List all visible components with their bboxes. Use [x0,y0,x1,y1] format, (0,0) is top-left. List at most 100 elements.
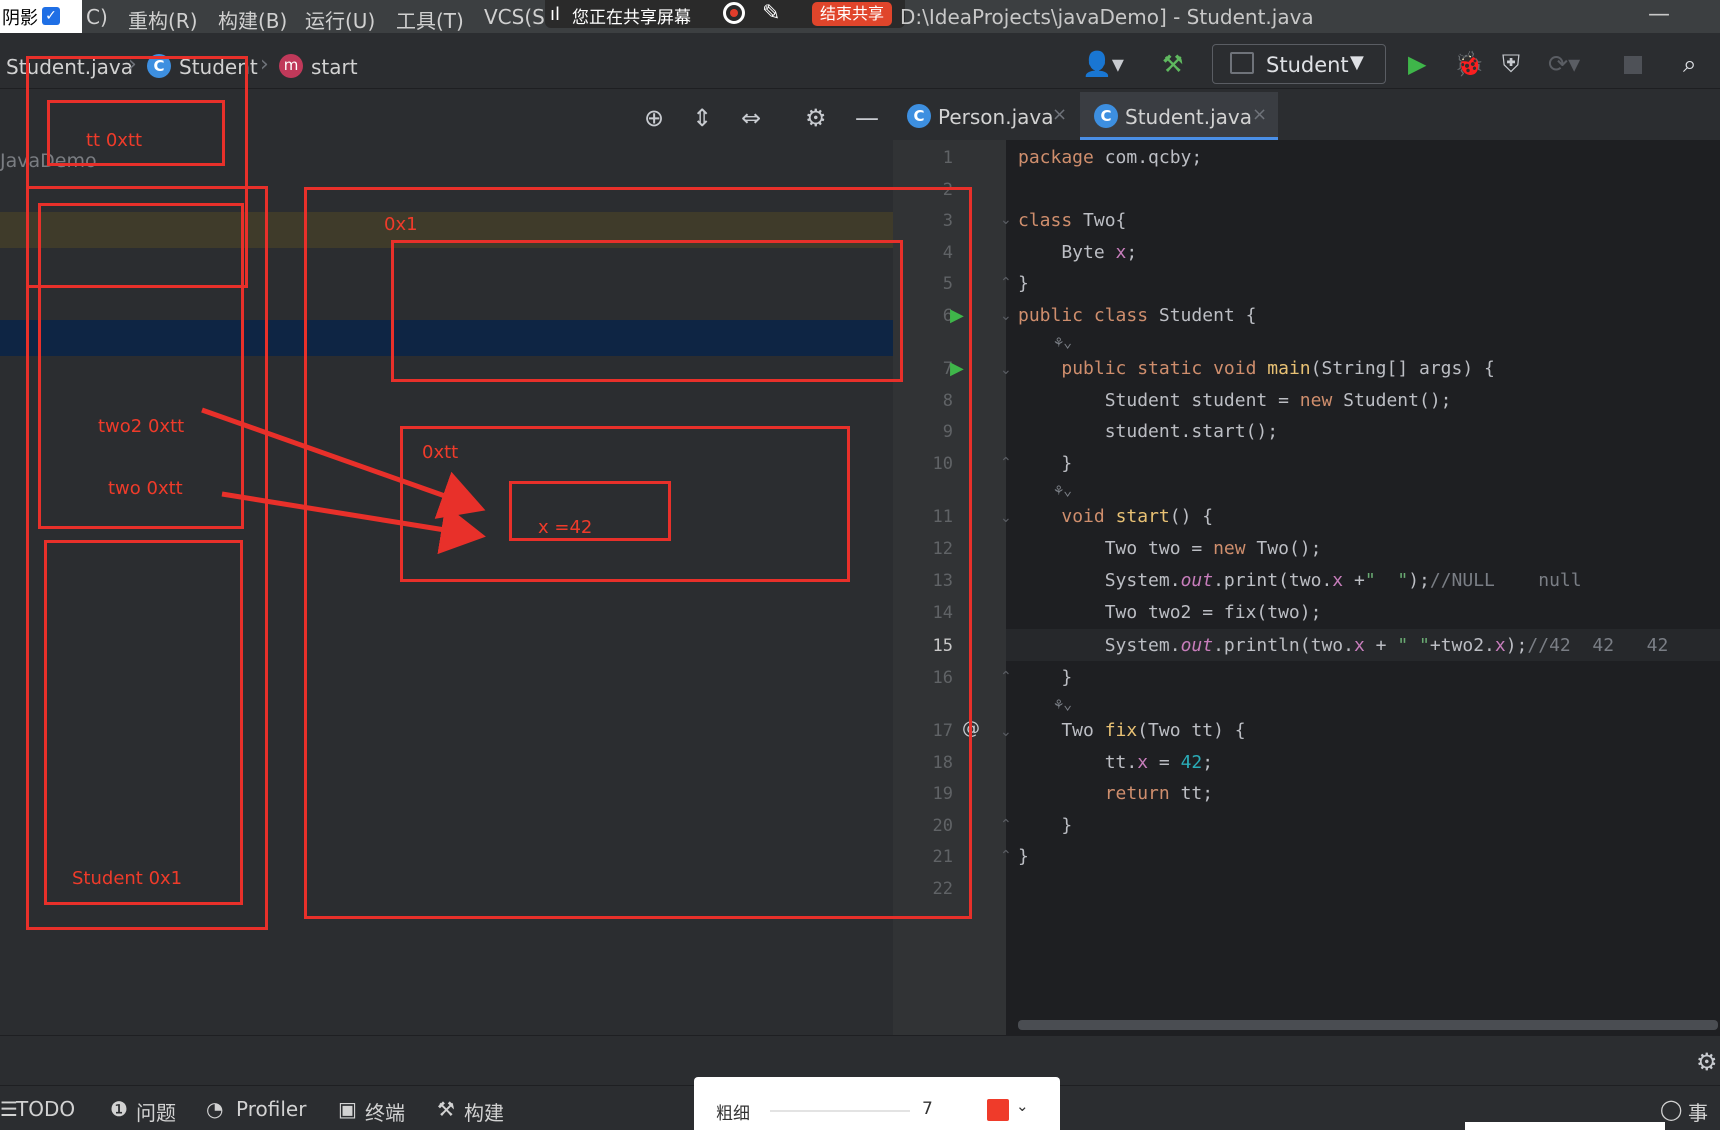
horizontal-scrollbar[interactable] [1018,1020,1718,1030]
user-icon[interactable]: 👤▾ [1082,50,1124,78]
code-line-20[interactable]: } [1018,815,1072,836]
shade-label: 阴影 [2,8,38,29]
menu-item-code[interactable]: C) [86,5,108,29]
profile-icon[interactable]: ⟳▾ [1548,50,1580,78]
menu-item-vcs[interactable]: VCS(S [484,5,545,29]
code-line-8[interactable]: Student student = new Student(); [1018,390,1452,411]
code-line-13[interactable]: System.out.print(two.x +" ");//NULL null [1018,570,1582,591]
fold-icon[interactable]: ⌃ [1000,669,1012,685]
end-share-button[interactable]: 结束共享 [812,2,892,26]
fold-icon[interactable]: ⌄ [1000,510,1012,526]
stack-student-label: Student 0x1 [72,868,183,889]
stack-tt-label: tt 0xtt [86,130,143,151]
debug-icon[interactable]: 🐞 [1454,50,1484,78]
tool-problems[interactable]: 问题 [136,1097,176,1126]
code-line-11[interactable]: void start() { [1018,506,1213,527]
code-line-9[interactable]: student.start(); [1018,421,1278,442]
code-line-15[interactable]: System.out.println(two.x + " "+two2.x);/… [1018,635,1669,656]
collapse-all-icon[interactable]: ⇔ [741,104,761,132]
fold-icon[interactable]: ⌄ [1000,212,1012,228]
stop-icon[interactable] [1624,56,1642,74]
heap-x-label: x =42 [538,517,593,538]
code-line-6[interactable]: public class Student { [1018,305,1256,326]
tool-profiler[interactable]: Profiler [236,1097,306,1121]
fold-icon[interactable]: ⌃ [1000,817,1012,833]
hammer-icon: ⚒ [437,1097,455,1121]
event-log-icon: ◯ [1660,1097,1683,1121]
menu-item-run[interactable]: 运行(U) [305,5,375,34]
code-line-17[interactable]: Two fix(Two tt) { [1018,720,1245,741]
breadcrumb-separator-icon: › [260,52,269,77]
code-line-7[interactable]: public static void main(String[] args) { [1018,358,1495,379]
line-number: 1 [942,148,953,168]
build-hammer-icon[interactable]: ⚒ [1162,50,1184,78]
fold-icon[interactable]: ⌃ [1000,455,1012,471]
close-icon[interactable]: × [1252,104,1267,125]
expand-all-icon[interactable]: ⇕ [692,104,712,132]
run-configuration-label: Student [1266,53,1349,77]
tool-build[interactable]: 构建 [464,1097,504,1126]
heap-0x1-label: 0x1 [384,214,418,235]
chevron-down-icon: ▼ [1350,52,1364,73]
code-line-12[interactable]: Two two = new Two(); [1018,538,1322,559]
hide-panel-icon[interactable]: — [855,104,879,132]
fold-icon[interactable]: ⌃ [1000,848,1012,864]
annotate-pen-icon[interactable]: ✎ [762,1,780,26]
inlay-hint-icon[interactable]: ⚘⌄ [1018,695,1072,713]
coverage-icon[interactable]: ⛨ [1502,50,1520,78]
pen-thickness-label: 粗细 [716,1104,750,1124]
info-icon: ❶ [110,1097,128,1121]
code-line-18[interactable]: tt.x = 42; [1018,752,1213,773]
fold-icon[interactable]: ⌄ [1000,308,1012,324]
screen-share-status: 您正在共享屏幕 [572,8,691,28]
menu-item-refactor[interactable]: 重构(R) [128,5,198,34]
run-config-icon [1230,52,1254,74]
code-line-14[interactable]: Two two2 = fix(two); [1018,602,1322,623]
stack-two2-label: two2 0xtt [98,416,185,437]
pen-color-swatch[interactable] [987,1099,1009,1121]
code-line-5[interactable]: } [1018,273,1029,294]
breadcrumb-method[interactable]: start [311,55,358,79]
window-title: D:\IdeaProjects\javaDemo] - Student.java [900,5,1314,29]
heap-0xtt-label: 0xtt [422,442,459,463]
code-line-16[interactable]: } [1018,667,1072,688]
overlay-fragment [1465,1122,1665,1130]
checkbox-checked-icon[interactable]: ✓ [42,7,60,25]
inlay-hint-icon[interactable]: ⚘⌄ [1018,481,1072,499]
chevron-down-icon[interactable]: ⌄ [1016,1097,1029,1115]
pen-thickness-value: 7 [922,1099,933,1119]
heap-object-student [391,240,903,382]
inlay-hint-icon[interactable]: ⚘⌄ [1018,333,1072,351]
code-line-10[interactable]: } [1018,453,1072,474]
fold-icon[interactable]: ⌄ [1000,724,1012,740]
terminal-icon: ▣ [338,1097,357,1121]
tool-terminal[interactable]: 终端 [365,1097,405,1126]
pen-thickness-slider[interactable] [770,1110,910,1112]
code-line-4[interactable]: Byte x; [1018,242,1137,263]
class-icon: C [1094,104,1118,128]
fold-icon[interactable]: ⌄ [1000,362,1012,378]
close-icon[interactable]: × [1052,104,1067,125]
tool-todo[interactable]: TODO [16,1097,75,1121]
stack-frame-main [44,540,243,905]
code-line-19[interactable]: return tt; [1018,783,1213,804]
fold-icon[interactable]: ⌃ [1000,275,1012,291]
stack-two-label: two 0xtt [108,478,183,499]
code-line-21[interactable]: } [1018,846,1029,867]
gear-icon[interactable]: ⚙ [805,104,827,132]
record-icon[interactable] [723,2,745,24]
code-line-3[interactable]: class Two{ [1018,210,1126,231]
locate-icon[interactable]: ⊕ [644,104,664,132]
menu-item-tools[interactable]: 工具(T) [396,5,464,34]
class-icon: C [907,104,931,128]
profiler-icon: ◔ [206,1097,224,1121]
code-line-1[interactable]: package com.qcby; [1018,147,1202,168]
method-icon: m [279,54,303,78]
menu-item-build[interactable]: 构建(B) [218,5,287,34]
gear-icon[interactable]: ⚙ [1696,1048,1718,1076]
minimize-icon[interactable]: — [1648,2,1670,27]
tool-events[interactable]: 事件 [1688,1097,1720,1130]
run-icon[interactable]: ▶ [1408,50,1426,78]
signal-icon: ıl [550,4,561,25]
search-icon[interactable]: ⌕ [1683,50,1696,78]
